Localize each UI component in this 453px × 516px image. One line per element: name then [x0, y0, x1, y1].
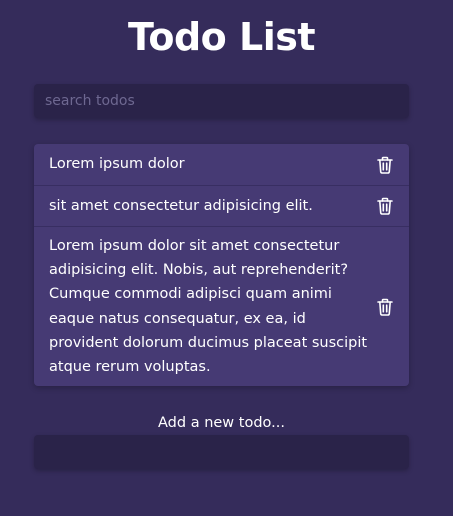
trash-icon[interactable]: [377, 298, 393, 316]
trash-icon[interactable]: [377, 156, 393, 174]
todo-item: sit amet consectetur adipisicing elit.: [34, 185, 409, 226]
trash-icon[interactable]: [377, 197, 393, 215]
todo-item: Lorem ipsum dolor: [34, 144, 409, 185]
add-todo-input[interactable]: [34, 435, 409, 469]
search-input[interactable]: [34, 84, 409, 118]
todo-text: sit amet consectetur adipisicing elit.: [49, 197, 313, 214]
todo-text: Lorem ipsum dolor: [49, 156, 185, 173]
add-todo-label: Add a new todo...: [158, 415, 285, 431]
todo-text: Lorem ipsum dolor sit amet consectetur a…: [49, 237, 368, 375]
todo-app: Todo List Lorem ipsum dolor sit amet con…: [0, 0, 453, 516]
todo-item: Lorem ipsum dolor sit amet consectetur a…: [34, 226, 409, 386]
page-title: Todo List: [127, 15, 316, 59]
todo-list: Lorem ipsum dolor sit amet consectetur a…: [34, 144, 409, 386]
